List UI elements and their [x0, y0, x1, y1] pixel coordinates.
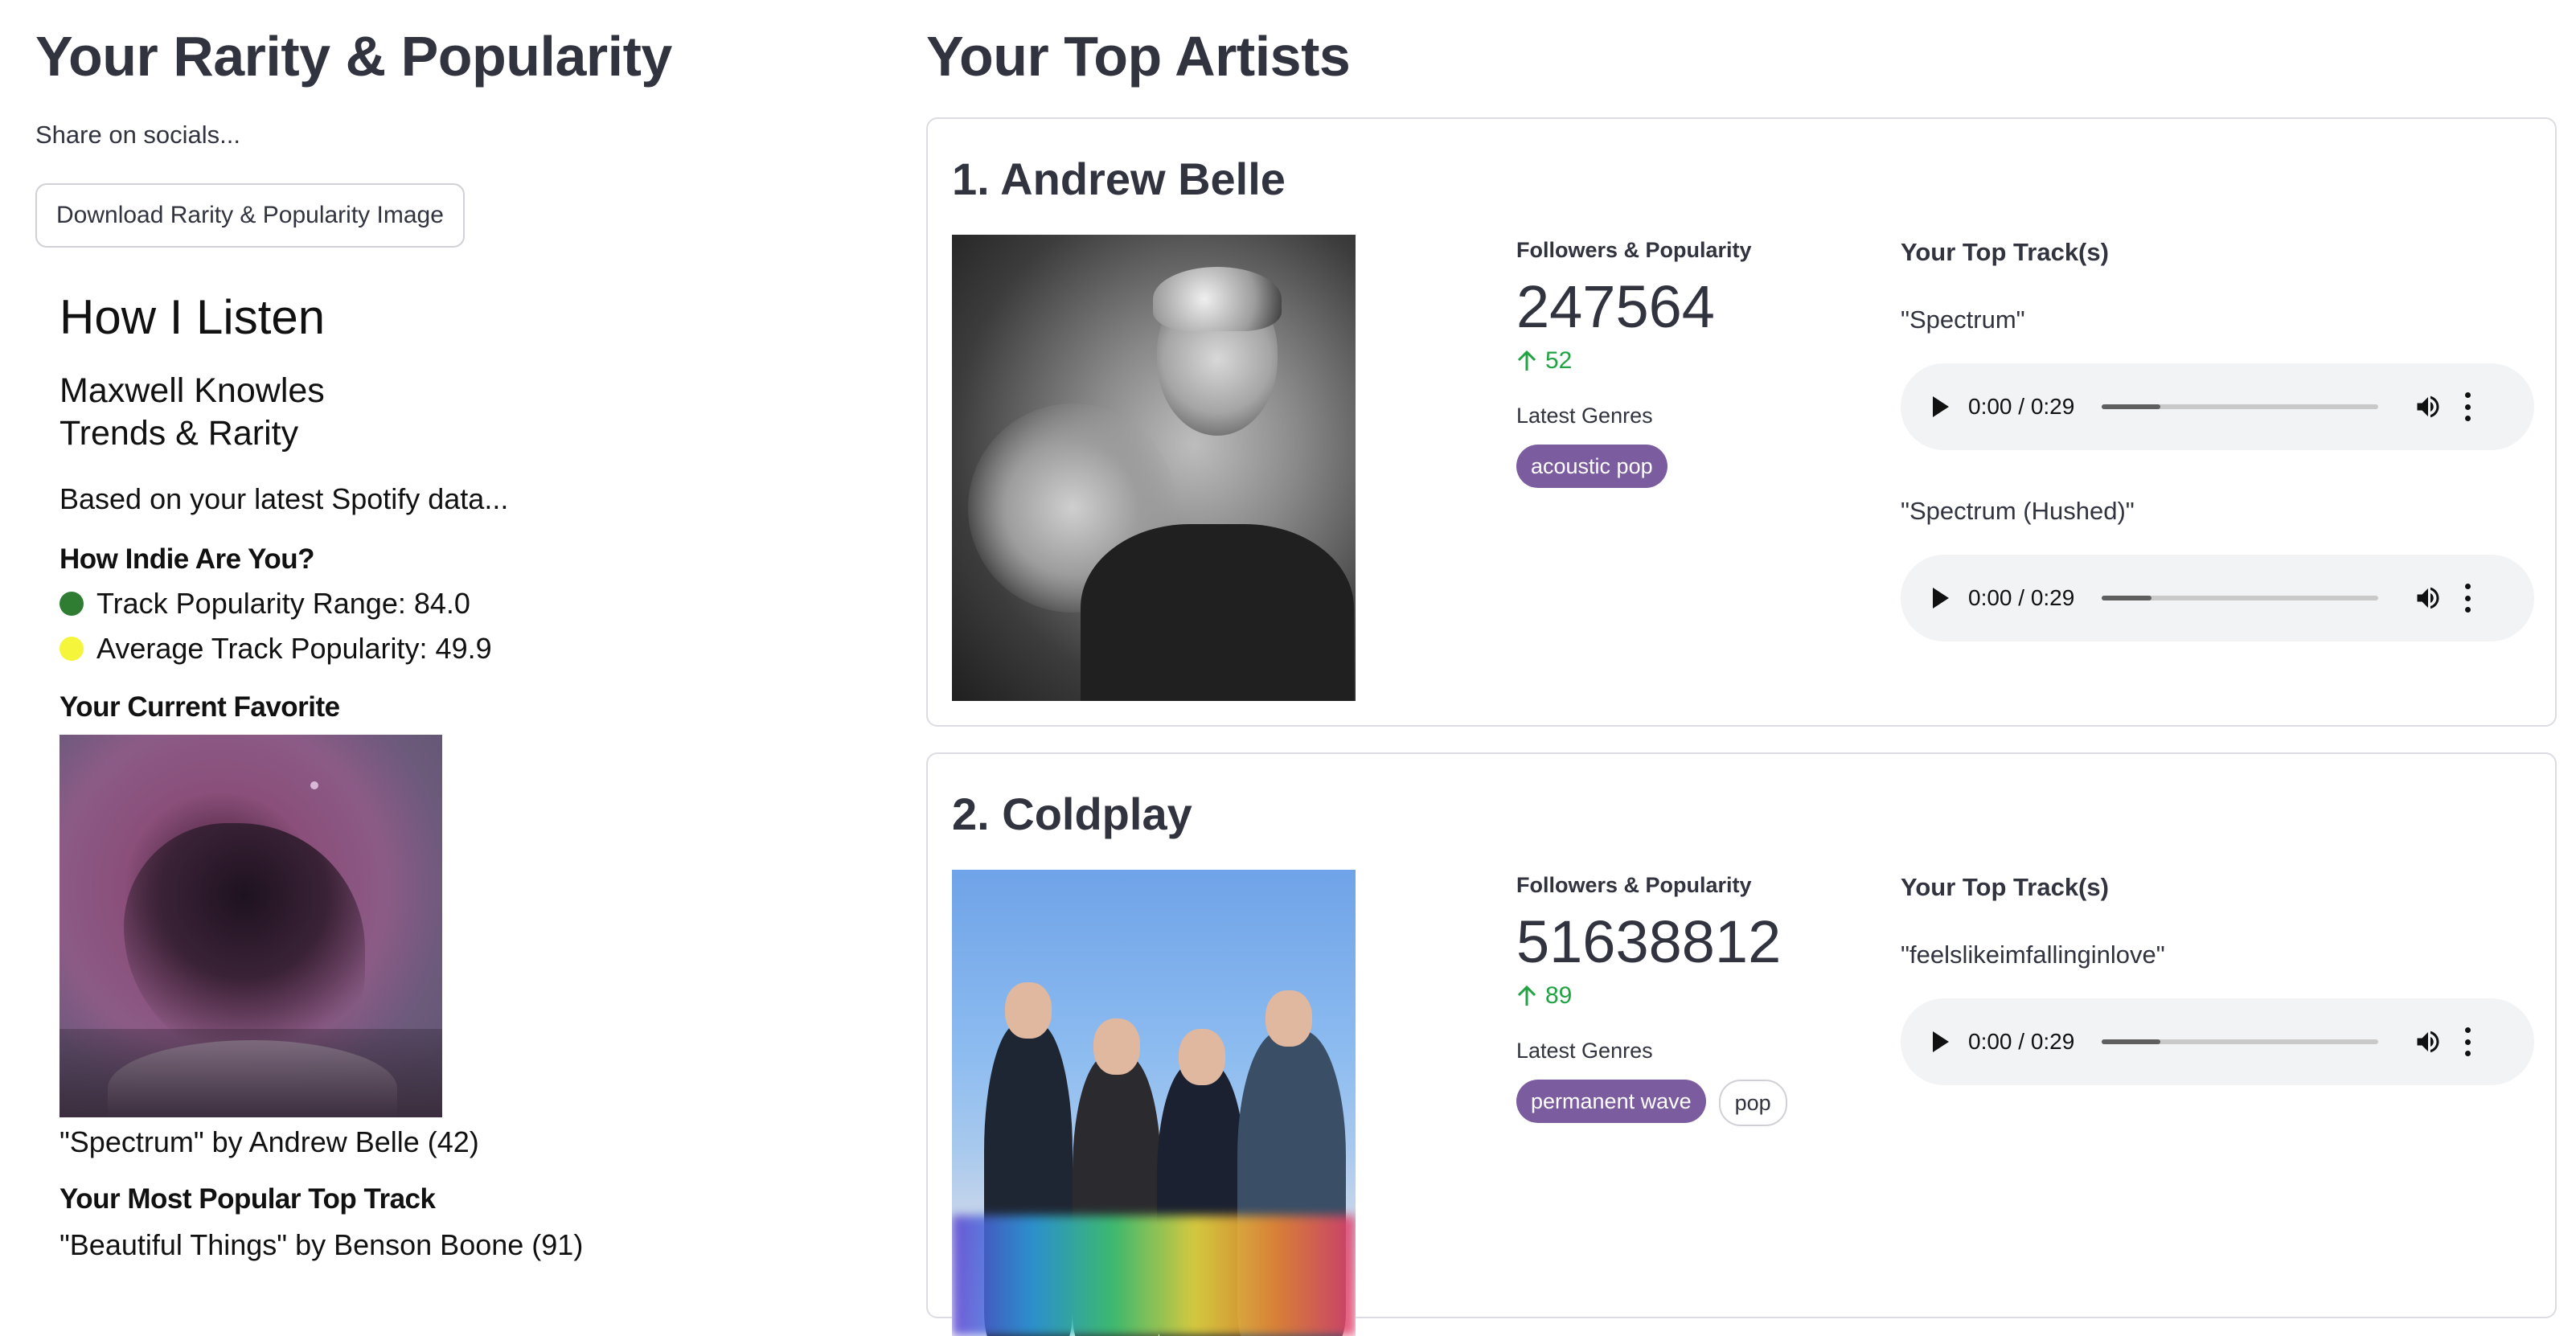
genres-label: Latest Genres: [1516, 404, 1653, 428]
genre-tag[interactable]: permanent wave: [1516, 1080, 1706, 1123]
track-title: "Spectrum (Hushed)": [1901, 497, 2135, 525]
stat1-label: Track Popularity Range: 84.0: [96, 587, 470, 620]
yellow-dot-icon: [59, 637, 84, 661]
download-image-button[interactable]: Download Rarity & Popularity Image: [35, 183, 465, 248]
volume-icon[interactable]: [2414, 584, 2443, 613]
top-tracks: Your Top Track(s) "feelslikeimfallinginl…: [1901, 873, 2536, 1085]
card-name-line2: Trends & Rarity: [59, 414, 299, 453]
seek-bar[interactable]: [2102, 596, 2379, 600]
volume-icon[interactable]: [2414, 392, 2443, 421]
rarity-image-card: How I Listen Maxwell Knowles Trends & Ra…: [59, 289, 703, 1283]
player-time: 0:00 / 0:29: [1968, 394, 2075, 419]
popular-caption: "Beautiful Things" by Benson Boone (91): [59, 1228, 584, 1261]
play-icon[interactable]: [1933, 588, 1949, 609]
followers-count: 247564: [1516, 273, 1715, 340]
artist-photo: [952, 870, 1356, 1336]
artist-photo: [952, 235, 1356, 701]
card-based-on: Based on your latest Spotify data...: [59, 482, 509, 515]
favorite-heading: Your Current Favorite: [59, 691, 340, 723]
player-time: 0:00 / 0:29: [1968, 1029, 2075, 1054]
followers-count: 51638812: [1516, 908, 1782, 975]
top-artists-title: Your Top Artists: [926, 25, 1351, 88]
more-options-icon[interactable]: [2465, 1027, 2471, 1056]
rarity-title: Your Rarity & Popularity: [35, 25, 672, 88]
audio-player[interactable]: 0:00 / 0:29: [1901, 998, 2534, 1085]
volume-icon[interactable]: [2414, 1027, 2443, 1056]
popularity-value: 52: [1545, 347, 1573, 374]
player-time: 0:00 / 0:29: [1968, 585, 2075, 610]
top-tracks-label: Your Top Track(s): [1901, 873, 2109, 901]
arrow-up-icon: [1517, 350, 1536, 371]
track-title: "Spectrum": [1901, 305, 2025, 334]
track-title: "feelslikeimfallinginlove": [1901, 941, 2165, 969]
artist-card: 2. Coldplay Followers & Popularity 51638…: [926, 752, 2557, 1336]
popularity-delta: 89: [1516, 982, 1854, 1010]
stat2-label: Average Track Popularity: 49.9: [96, 632, 492, 665]
card-title: How I Listen: [59, 290, 326, 344]
favorite-album-art: [59, 735, 442, 1117]
genres-label: Latest Genres: [1516, 1039, 1653, 1063]
share-text: Share on socials...: [35, 121, 241, 149]
followers-label: Followers & Popularity: [1516, 238, 1752, 262]
more-options-icon[interactable]: [2465, 392, 2471, 421]
genre-tag[interactable]: pop: [1718, 1080, 1787, 1126]
audio-player[interactable]: 0:00 / 0:29: [1901, 363, 2534, 450]
artist-card: 1. Andrew Belle Followers & Popularity 2…: [926, 117, 2557, 727]
seek-bar[interactable]: [2102, 1039, 2379, 1044]
genre-tags: permanent wave pop: [1516, 1080, 1854, 1126]
card-user-name: Maxwell Knowles Trends & Rarity: [59, 370, 325, 455]
play-icon[interactable]: [1933, 1031, 1949, 1052]
popular-heading: Your Most Popular Top Track: [59, 1183, 436, 1215]
card-name-line1: Maxwell Knowles: [59, 371, 325, 410]
popularity-delta: 52: [1516, 347, 1854, 375]
audio-player[interactable]: 0:00 / 0:29: [1901, 555, 2534, 641]
green-dot-icon: [59, 592, 84, 616]
artist-name: 1. Andrew Belle: [952, 154, 1286, 204]
stat-popularity-range: Track Popularity Range: 84.0: [59, 587, 470, 621]
more-options-icon[interactable]: [2465, 584, 2471, 613]
artist-name: 2. Coldplay: [952, 789, 1192, 839]
artist-stats: Followers & Popularity 247564 52 Latest …: [1516, 238, 1854, 488]
indie-heading: How Indie Are You?: [59, 543, 315, 575]
followers-label: Followers & Popularity: [1516, 873, 1752, 897]
top-tracks: Your Top Track(s) "Spectrum" 0:00 / 0:29…: [1901, 238, 2536, 641]
genre-tags: acoustic pop: [1516, 445, 1854, 488]
stat-average-popularity: Average Track Popularity: 49.9: [59, 632, 492, 666]
arrow-up-icon: [1517, 985, 1536, 1006]
seek-bar[interactable]: [2102, 404, 2379, 409]
artist-stats: Followers & Popularity 51638812 89 Lates…: [1516, 873, 1854, 1126]
favorite-caption: "Spectrum" by Andrew Belle (42): [59, 1125, 479, 1158]
play-icon[interactable]: [1933, 396, 1949, 417]
popularity-value: 89: [1545, 982, 1573, 1009]
top-tracks-label: Your Top Track(s): [1901, 238, 2109, 266]
genre-tag[interactable]: acoustic pop: [1516, 445, 1667, 488]
